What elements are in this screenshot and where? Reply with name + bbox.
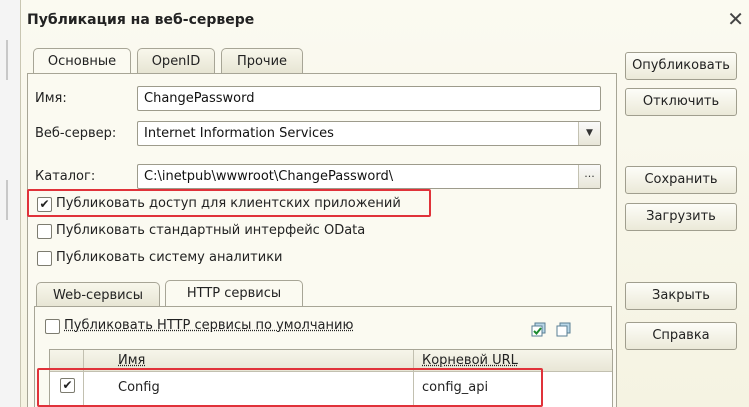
disable-button[interactable]: Отключить: [625, 88, 737, 116]
odata-label: Публиковать стандартный интерфейс OData: [56, 223, 366, 238]
tab-main[interactable]: Основные: [33, 48, 131, 76]
background-mark: [6, 40, 8, 80]
server-label: Веб-сервер:: [35, 126, 117, 141]
title-bar: Публикация на веб-сервере ✕: [21, 0, 749, 44]
browse-button[interactable]: ...: [578, 165, 600, 188]
tab-web-services[interactable]: Web-сервисы: [36, 282, 160, 308]
publish-dialog: Публикация на веб-сервере ✕ Основные Ope…: [20, 0, 749, 407]
catalog-field[interactable]: C:\inetpub\wwwroot\ChangePassword\ ...: [137, 164, 601, 189]
save-button[interactable]: Сохранить: [625, 166, 737, 194]
http-default-label: Публиковать HTTP сервисы по умолчанию: [64, 318, 354, 333]
name-label: Имя:: [35, 91, 67, 106]
background-left-strip: [0, 0, 20, 407]
analytics-checkbox-row[interactable]: Публиковать систему аналитики: [37, 249, 317, 269]
server-select-value: Internet Information Services: [144, 126, 334, 141]
odata-checkbox[interactable]: [37, 224, 52, 239]
background-mark: [6, 180, 8, 220]
http-default-checkbox[interactable]: [45, 319, 60, 334]
publish-button[interactable]: Опубликовать: [625, 52, 737, 80]
server-select[interactable]: Internet Information Services ▼: [137, 121, 601, 146]
close-icon[interactable]: ✕: [727, 9, 744, 29]
column-header-name[interactable]: Имя: [118, 353, 145, 368]
close-button[interactable]: Закрыть: [625, 282, 737, 310]
column-header-url[interactable]: Корневой URL: [422, 353, 518, 368]
catalog-field-value: C:\inetpub\wwwroot\ChangePassword\: [144, 169, 394, 184]
analytics-checkbox[interactable]: [37, 251, 52, 266]
chevron-down-icon[interactable]: ▼: [578, 122, 600, 145]
analytics-label: Публиковать систему аналитики: [56, 250, 283, 265]
highlight-frame: [27, 189, 431, 217]
http-default-checkbox-row[interactable]: Публиковать HTTP сервисы по умолчанию: [45, 317, 385, 337]
load-button[interactable]: Загрузить: [625, 203, 737, 231]
check-all-icon[interactable]: [531, 322, 547, 338]
catalog-label: Каталог:: [35, 169, 96, 184]
uncheck-all-icon[interactable]: [556, 322, 572, 338]
tab-openid[interactable]: OpenID: [137, 48, 215, 74]
tab-other[interactable]: Прочие: [221, 48, 303, 74]
highlight-frame: [37, 368, 543, 407]
name-field[interactable]: ChangePassword: [137, 86, 601, 111]
tab-http-services[interactable]: HTTP сервисы: [165, 280, 303, 308]
odata-checkbox-row[interactable]: Публиковать стандартный интерфейс OData: [37, 222, 377, 242]
dialog-title: Публикация на веб-сервере: [27, 12, 255, 28]
help-button[interactable]: Справка: [625, 322, 737, 350]
